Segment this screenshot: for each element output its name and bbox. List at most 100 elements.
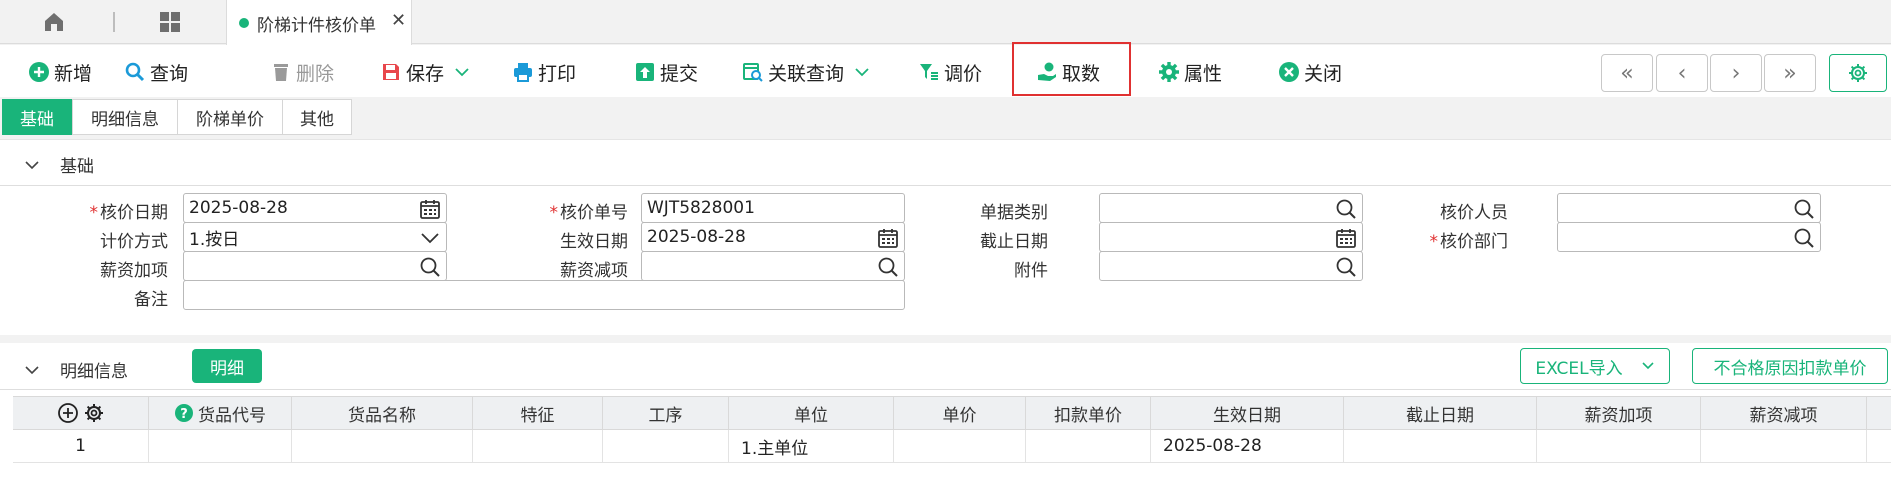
cell-salary-sub[interactable] <box>1701 430 1867 462</box>
cell-price[interactable] <box>894 430 1026 462</box>
col-feature[interactable]: 特征 <box>473 397 603 429</box>
detail-section-header[interactable]: 明细信息 <box>24 357 128 382</box>
price-no-label: * 核价单号 <box>549 203 629 223</box>
search-icon[interactable] <box>1335 198 1357 220</box>
search-icon[interactable] <box>1793 227 1815 249</box>
calc-method-select[interactable]: 1.按日 <box>183 222 447 252</box>
tab-basic[interactable]: 基础 <box>2 99 72 135</box>
col-unit[interactable]: 单位 <box>729 397 894 429</box>
col-deduct-price[interactable]: 扣款单价 <box>1026 397 1151 429</box>
tab-detail-info[interactable]: 明细信息 <box>72 99 178 135</box>
apps-grid-icon[interactable] <box>158 10 182 34</box>
related-query-label: 关联查询 <box>768 62 845 85</box>
price-date-field[interactable]: 2025-08-28 <box>183 193 447 223</box>
column-settings-gear-icon[interactable] <box>83 402 105 424</box>
print-button[interactable]: 打印 <box>512 59 576 85</box>
col-process[interactable]: 工序 <box>603 397 729 429</box>
cell-deduct-price[interactable] <box>1026 430 1151 462</box>
prev-record-button[interactable]: ‹ <box>1656 54 1708 92</box>
col-effective-date[interactable]: 生效日期 <box>1151 397 1344 429</box>
cell-process[interactable] <box>603 430 729 462</box>
search-icon[interactable] <box>877 256 899 278</box>
end-date-field[interactable] <box>1099 222 1363 252</box>
price-no-field[interactable]: WJT5828001 <box>641 193 905 223</box>
chevron-down-icon[interactable] <box>419 227 441 249</box>
price-no-value: WJT5828001 <box>647 198 755 218</box>
chevron-down-icon[interactable] <box>854 64 870 80</box>
attachment-field[interactable] <box>1099 251 1363 281</box>
cell-end-date[interactable] <box>1344 430 1537 462</box>
pricer-field[interactable] <box>1557 193 1821 223</box>
query-button[interactable]: 查询 <box>124 59 188 85</box>
effective-date-label: 生效日期 <box>560 232 628 252</box>
search-icon[interactable] <box>1335 256 1357 278</box>
help-circle-icon[interactable]: ? <box>174 403 194 423</box>
cell-unit[interactable]: 1.主单位 <box>729 430 894 462</box>
price-filter-icon <box>920 64 938 80</box>
grid-tools-cell <box>13 397 149 429</box>
last-record-button[interactable]: » <box>1764 54 1816 92</box>
add-button[interactable]: 新增 <box>28 59 92 85</box>
price-date-label: * 核价日期 <box>89 203 169 223</box>
close-button[interactable]: 关闭 <box>1278 59 1342 85</box>
chevron-down-icon[interactable] <box>454 64 470 80</box>
calendar-icon[interactable] <box>419 198 441 220</box>
col-goods-code[interactable]: ? 货品代号 <box>149 397 292 429</box>
chevron-down-icon <box>25 160 39 169</box>
first-record-button[interactable]: « <box>1601 54 1653 92</box>
detail-button[interactable]: 明细 <box>192 349 262 383</box>
cell-goods-code[interactable] <box>149 430 292 462</box>
col-goods-name[interactable]: 货品名称 <box>292 397 473 429</box>
calendar-icon[interactable] <box>877 227 899 249</box>
col-price[interactable]: 单价 <box>894 397 1026 429</box>
divider <box>0 389 1891 390</box>
tab-other[interactable]: 其他 <box>282 99 352 135</box>
doc-type-field[interactable] <box>1099 193 1363 223</box>
chevron-down-icon[interactable] <box>1641 359 1655 373</box>
salary-sub-field[interactable] <box>641 251 905 281</box>
tab-separator <box>113 12 115 32</box>
excel-import-button[interactable]: EXCEL导入 <box>1520 348 1670 384</box>
remark-field[interactable] <box>183 280 905 310</box>
deduct-price-button[interactable]: 不合格原因扣款单价 <box>1692 348 1888 384</box>
cell-effective-date[interactable]: 2025-08-28 <box>1151 430 1344 462</box>
plus-circle-icon <box>29 62 49 82</box>
save-button[interactable]: 保存 <box>380 59 470 85</box>
calendar-icon[interactable] <box>1335 227 1357 249</box>
delete-button[interactable]: 删除 <box>270 59 334 85</box>
search-icon[interactable] <box>419 256 441 278</box>
salary-add-field[interactable] <box>183 251 447 281</box>
price-dept-field[interactable] <box>1557 222 1821 252</box>
settings-button[interactable] <box>1829 54 1887 92</box>
col-salary-sub[interactable]: 薪资减项 <box>1701 397 1867 429</box>
detail-section-title: 明细信息 <box>60 362 128 382</box>
document-tab[interactable]: 阶梯计件核价单 ✕ <box>226 0 412 45</box>
close-circle-icon <box>1279 62 1299 82</box>
effective-date-field[interactable]: 2025-08-28 <box>641 222 905 252</box>
col-end-date[interactable]: 截止日期 <box>1344 397 1537 429</box>
fetch-data-highlight <box>1012 42 1131 96</box>
cell-salary-add[interactable] <box>1537 430 1701 462</box>
tab-tier-price[interactable]: 阶梯单价 <box>177 99 283 135</box>
base-section-header[interactable]: 基础 <box>24 152 94 177</box>
price-dept-label: * 核价部门 <box>1429 232 1509 252</box>
base-section-title: 基础 <box>60 157 94 177</box>
home-icon[interactable] <box>42 10 66 34</box>
submit-button[interactable]: 提交 <box>634 59 698 85</box>
salary-add-label: 薪资加项 <box>100 261 168 281</box>
close-tab-icon[interactable]: ✕ <box>391 10 406 31</box>
upload-icon <box>636 63 654 81</box>
attachment-label: 附件 <box>1014 261 1048 281</box>
trash-icon <box>274 64 288 81</box>
cell-feature[interactable] <box>473 430 603 462</box>
search-icon[interactable] <box>1793 198 1815 220</box>
reprice-button[interactable]: 调价 <box>918 59 982 85</box>
excel-import-label: EXCEL导入 <box>1535 358 1623 379</box>
add-row-icon[interactable] <box>57 402 79 424</box>
related-query-button[interactable]: 关联查询 <box>742 59 870 85</box>
cell-goods-name[interactable] <box>292 430 473 462</box>
next-record-button[interactable]: › <box>1710 54 1762 92</box>
properties-button[interactable]: 属性 <box>1158 59 1222 85</box>
col-salary-add[interactable]: 薪资加项 <box>1537 397 1701 429</box>
table-row[interactable]: 1 1.主单位 2025-08-28 <box>13 430 1891 463</box>
